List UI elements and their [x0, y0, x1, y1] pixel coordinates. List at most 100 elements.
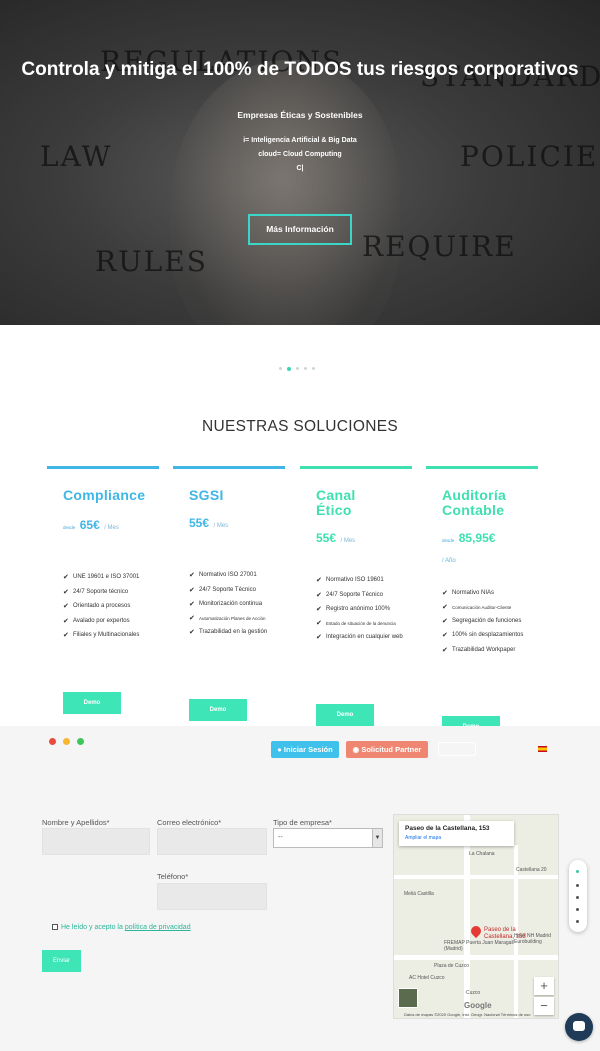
solution-card-sgsi: SGSI 55€ / Mes ✔ Normativo ISO 27001 ✔ 24/… [173, 466, 285, 721]
section-nav-dot[interactable] [576, 920, 579, 923]
privacy-policy-link[interactable]: política de privacidad [125, 924, 191, 931]
solutions-title: NUESTRAS SOLUCIONES [201, 418, 399, 435]
zoom-out-button[interactable]: − [534, 997, 554, 1015]
spain-flag-icon[interactable] [538, 746, 547, 752]
solution-card-canal-etico: Canal Ético 55€ / Mes ✔ Normativo ISO 196… [300, 466, 412, 726]
feature-item: ✔ Comunicación Auditor-Cliente [442, 603, 512, 611]
feature-item: ✔ Estado de situación de la denuncia [316, 619, 396, 627]
hero-scribble: REQUIRE [362, 230, 517, 263]
nav-link[interactable] [211, 742, 261, 756]
price-period: / Mes [213, 523, 229, 529]
slider-dot-active[interactable] [287, 366, 291, 371]
section-nav-dot[interactable] [576, 884, 579, 887]
price-period: / Mes [104, 525, 119, 531]
section-nav [569, 860, 587, 932]
company-type-select[interactable]: -- ▼ [273, 828, 383, 848]
card-name: Canal Ético [316, 487, 356, 518]
chevron-down-icon: ▼ [372, 829, 382, 847]
map-place: Castellana 20 [516, 867, 547, 873]
slider-dot[interactable] [304, 367, 307, 370]
price-prefix: desde [442, 538, 455, 543]
map-place: AC Hotel Cuzco [409, 975, 445, 981]
slider-dot[interactable] [296, 367, 299, 370]
chat-button[interactable] [565, 1013, 593, 1041]
card-price-row: desde 85,95€ [442, 529, 495, 547]
chat-bubble-icon [573, 1021, 585, 1031]
email-field[interactable] [157, 828, 267, 855]
feature-item: ✔ Automatización Planes de Acción [189, 614, 266, 622]
map-road [394, 875, 558, 879]
privacy-consent: He leído y acepto la política de privaci… [52, 924, 191, 931]
feature-item: ✔ Monitorización continua [189, 601, 263, 608]
check-icon: ✔ [63, 574, 69, 581]
check-icon: ✔ [189, 572, 195, 579]
minimize-dot-icon[interactable] [63, 738, 70, 745]
card-price-row: desde 65€ / Mes [63, 516, 119, 534]
satellite-view-thumbnail[interactable] [398, 988, 418, 1008]
section-nav-dot[interactable] [576, 896, 579, 899]
login-button[interactable]: ● Iniciar Sesión [271, 741, 339, 758]
slider-dot[interactable] [312, 367, 315, 370]
demo-button[interactable]: Demo [316, 704, 374, 726]
solution-card-auditoria: Auditoría Contable desde 85,95€ / Año ✔ N… [426, 466, 538, 738]
hero-title: Controla y mitiga el 100% de TODOS tus r… [21, 59, 579, 80]
google-map[interactable]: Paseo de la Castellana, 153 Ampliar el m… [393, 814, 559, 1019]
map-place: FREMAP Puerta Juan Maragall (Madrid) [444, 940, 514, 952]
name-label: Nombre y Apellidos* [42, 818, 110, 827]
hero-line-c: C| [296, 165, 304, 172]
contact-overlay: ● Iniciar Sesión ◉ Solicitud Partner Nom… [0, 726, 600, 1051]
name-field[interactable] [42, 828, 150, 855]
check-icon: ✔ [316, 591, 322, 599]
card-top-bar [47, 466, 159, 469]
feature-list: ✔ Normativo ISO 19601 ✔ 24/7 Soporte Técni… [316, 577, 406, 648]
feature-item: ✔ Normativo ISO 19601 [316, 577, 384, 584]
demo-button[interactable]: Demo [63, 692, 121, 714]
map-place: Meliá Castilla [404, 891, 434, 897]
feature-item: ✔ 24/7 Soporte técnico [63, 588, 129, 596]
more-info-button[interactable]: Más Información [248, 214, 352, 245]
map-pin-icon[interactable] [468, 923, 484, 939]
feature-list: ✔ Normativo ISO 27001 ✔ 24/7 Soporte Técni… [189, 572, 279, 643]
check-icon: ✔ [189, 601, 195, 608]
card-name: Compliance [63, 487, 146, 503]
demo-button[interactable]: Demo [189, 699, 247, 721]
close-dot-icon[interactable] [49, 738, 56, 745]
feature-item: ✔ 100% sin desplazamientos [442, 632, 524, 639]
feature-item: ✔ Normativo NIAs [442, 590, 495, 597]
check-icon: ✔ [189, 614, 195, 622]
check-icon: ✔ [63, 617, 69, 625]
phone-field[interactable] [157, 883, 267, 910]
map-place: La Chalana [469, 851, 495, 857]
check-icon: ✔ [189, 586, 195, 594]
card-price: 55€ [189, 516, 210, 530]
feature-item: ✔ Trazabilidad en la gestión [189, 628, 268, 636]
zoom-in-button[interactable]: + [534, 977, 554, 995]
map-place: Plaza de Cuzco [434, 963, 470, 969]
feature-item: ✔ UNE 19601 e ISO 37001 [63, 574, 140, 581]
card-price: 65€ [79, 518, 100, 532]
hand-image [170, 60, 400, 325]
feature-item: ✔ Filiales y Multinacionales [63, 632, 140, 639]
slider-dot[interactable] [279, 367, 282, 370]
feature-item: ✔ Trazabilidad Workpaper [442, 646, 516, 654]
window-controls [49, 738, 84, 745]
submit-button[interactable]: Enviar [42, 950, 81, 972]
enlarge-map-link[interactable]: Ampliar el mapa [405, 835, 508, 841]
check-icon: ✔ [63, 603, 69, 610]
card-price-row: 55€ / Mes [316, 529, 355, 547]
hero-banner: REGULATIONS STANDARDS LAW POLICIES RULES… [0, 0, 600, 325]
partner-request-button[interactable]: ◉ Solicitud Partner [346, 741, 428, 758]
check-icon: ✔ [316, 606, 322, 613]
check-icon: ✔ [189, 628, 195, 636]
section-nav-dot[interactable] [576, 870, 579, 873]
privacy-checkbox[interactable] [52, 924, 58, 930]
price-prefix: desde [63, 525, 76, 530]
feature-item: ✔ Avalado por expertos [63, 617, 130, 625]
card-name: Auditoría Contable [442, 487, 507, 518]
card-price: 55€ [316, 531, 337, 545]
nav-button-outline[interactable] [438, 742, 476, 756]
price-period: / Mes [340, 538, 356, 544]
solution-card-compliance: Compliance desde 65€ / Mes ✔ UNE 19601 e … [47, 466, 159, 714]
section-nav-dot[interactable] [576, 908, 579, 911]
maximize-dot-icon[interactable] [77, 738, 84, 745]
